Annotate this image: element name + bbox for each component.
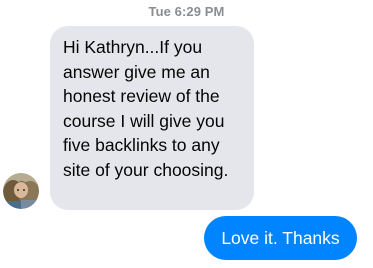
sender-avatar[interactable] [3, 173, 39, 209]
incoming-message-bubble[interactable]: Hi Kathryn...If you answer give me an ho… [50, 26, 254, 210]
outgoing-message-bubble[interactable]: Love it. Thanks [204, 216, 357, 260]
message-thread: Tue 6:29 PM Hi Kathryn...If you answer g… [0, 0, 373, 268]
avatar-photo-icon [3, 173, 39, 209]
message-timestamp: Tue 6:29 PM [148, 4, 225, 19]
